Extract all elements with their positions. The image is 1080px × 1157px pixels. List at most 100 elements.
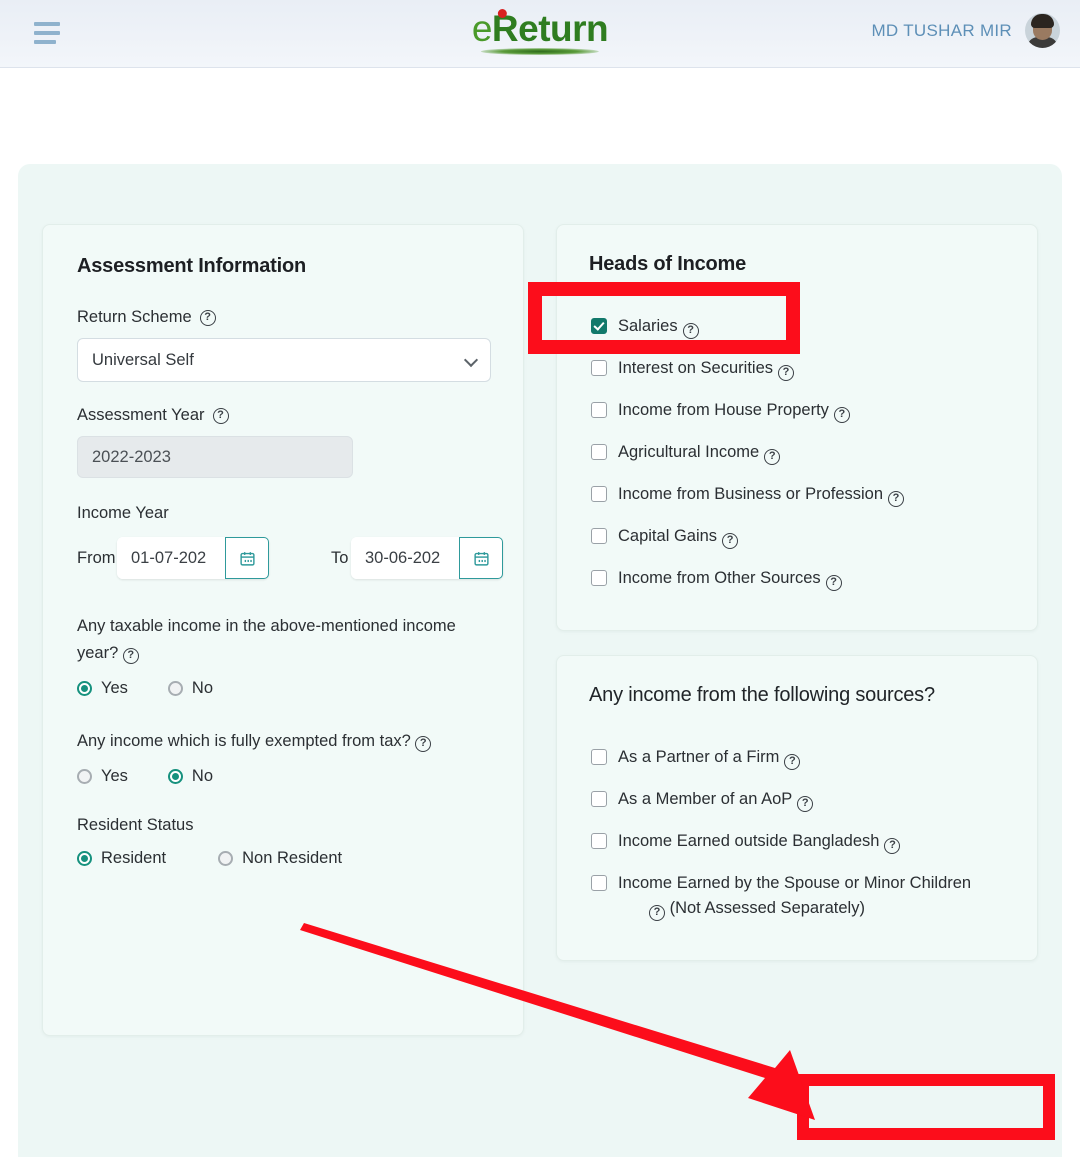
other-income-sources-list: As a Partner of a Firm? As a Member of a… (589, 737, 1005, 930)
help-icon[interactable]: ? (784, 753, 801, 770)
checkbox-as-a-member-of-an-aop[interactable]: As a Member of an AoP? (589, 779, 1005, 821)
taxable-income-radio-group: Yes No (77, 679, 489, 698)
taxable-income-no-radio[interactable]: No (167, 679, 214, 698)
from-date-input[interactable]: 01-07-202 (117, 537, 225, 579)
from-label: From (77, 549, 116, 567)
page-title: Assessment Information (77, 255, 306, 277)
avatar[interactable] (1025, 13, 1060, 48)
checkbox-unchecked-icon (591, 444, 607, 460)
return-scheme-label-text: Return Scheme (77, 308, 192, 326)
hamburger-bar-2 (34, 31, 60, 35)
radio-unselected-icon (167, 681, 183, 696)
checkbox-label: Agricultural Income (618, 443, 760, 461)
taxable-income-yes-radio[interactable]: Yes (77, 679, 128, 698)
help-icon[interactable]: ? (682, 322, 699, 339)
to-date-input[interactable]: 30-06-202 (351, 537, 459, 579)
checkbox-as-a-partner-of-a-firm[interactable]: As a Partner of a Firm? (589, 737, 1005, 779)
help-icon[interactable]: ? (722, 532, 739, 549)
assessment-year-value: 2022-2023 (77, 436, 353, 478)
checkbox-label: Salaries (618, 317, 678, 335)
hamburger-bar-3 (34, 40, 56, 44)
checkbox-income-earned-outside-bangladesh[interactable]: Income Earned outside Bangladesh? (589, 821, 1005, 863)
radio-selected-icon (167, 769, 183, 784)
assessment-year-label: Assessment Year ? (77, 406, 489, 425)
help-icon[interactable]: ? (199, 309, 216, 326)
exempt-income-yes-radio[interactable]: Yes (77, 767, 128, 786)
left-column: Assessment Information Return Scheme ? U… (42, 224, 524, 1036)
avatar-hair (1031, 14, 1054, 28)
help-icon[interactable]: ? (833, 406, 850, 423)
help-icon[interactable]: ? (884, 837, 901, 854)
checkbox-income-from-other-sources[interactable]: Income from Other Sources? (589, 558, 1005, 600)
exempt-income-question-text: Any income which is fully exempted from … (77, 732, 411, 750)
user-name: MD TUSHAR MIR (871, 20, 1012, 40)
right-column: Heads of Income Salaries? Interest on Se… (556, 224, 1038, 1036)
calendar-icon[interactable] (225, 537, 269, 579)
help-icon[interactable]: ? (778, 364, 794, 381)
checkbox-label: As a Member of an AoP (618, 790, 793, 808)
help-icon[interactable]: ? (797, 795, 814, 812)
user-menu[interactable]: MD TUSHAR MIR (871, 13, 1060, 48)
checkbox-label: Capital Gains (618, 527, 718, 545)
checkbox-label: Income from Business or Profession (618, 485, 884, 503)
taxable-income-yes-label: Yes (101, 679, 128, 697)
checkbox-unchecked-icon (591, 570, 607, 586)
heads-of-income-card: Heads of Income Salaries? Interest on Se… (556, 224, 1038, 631)
checkbox-income-from-business-or-profession[interactable]: Income from Business or Profession? (589, 474, 1005, 516)
checkbox-unchecked-icon (591, 875, 607, 891)
checkbox-label: Interest on Securities (618, 359, 773, 377)
resident-radio[interactable]: Resident (77, 849, 166, 868)
logo-suffix: Return (491, 8, 609, 49)
exempt-income-yes-label: Yes (101, 767, 128, 785)
heads-of-income-list: Salaries? Interest on Securities? Income… (589, 306, 1005, 600)
radio-selected-icon (77, 851, 92, 866)
checkbox-salaries[interactable]: Salaries? (589, 306, 1005, 348)
income-year-label: Income Year (77, 504, 169, 522)
taxable-income-no-label: No (191, 679, 214, 697)
exempt-income-no-radio[interactable]: No (167, 767, 214, 786)
help-icon[interactable]: ? (764, 448, 781, 465)
app-header: e Return MD TUSHAR MIR (0, 0, 1080, 68)
hamburger-menu-icon[interactable] (34, 20, 64, 46)
non-resident-label: Non Resident (242, 849, 343, 867)
checkbox-unchecked-icon (591, 402, 607, 418)
taxable-income-question: Any taxable income in the above-mentione… (77, 613, 489, 667)
checkbox-label: Income Earned outside Bangladesh (618, 832, 880, 850)
checkbox-sublabel: (Not Assessed Separately) (669, 899, 865, 917)
checkbox-label: As a Partner of a Firm (618, 748, 780, 766)
assessment-year-label-text: Assessment Year (77, 406, 205, 424)
return-scheme-select[interactable]: Universal Self (77, 338, 491, 382)
checkbox-checked-icon (591, 318, 607, 334)
checkbox-interest-on-securities[interactable]: Interest on Securities? (589, 348, 1005, 390)
return-scheme-label: Return Scheme ? (77, 308, 489, 327)
checkbox-unchecked-icon (591, 749, 607, 765)
resident-status-label: Resident Status (77, 816, 194, 834)
radio-unselected-icon (77, 769, 92, 784)
logo-suffix-wrap: Return (491, 8, 609, 50)
non-resident-radio[interactable]: Non Resident (218, 849, 342, 868)
logo-prefix: e (471, 8, 493, 49)
other-income-sources-card: Any income from the following sources? A… (556, 655, 1038, 961)
help-icon[interactable]: ? (888, 490, 905, 507)
from-date-group: 01-07-202 (117, 537, 269, 579)
help-icon[interactable]: ? (825, 574, 842, 591)
checkbox-unchecked-icon (591, 528, 607, 544)
ereturn-logo[interactable]: e Return (471, 8, 609, 55)
radio-unselected-icon (218, 851, 234, 866)
exempt-income-radio-group: Yes No (77, 767, 489, 786)
help-icon[interactable]: ? (122, 647, 139, 664)
logo-red-dot-icon (497, 9, 507, 18)
checkbox-unchecked-icon (591, 791, 607, 807)
help-icon[interactable]: ? (649, 904, 665, 921)
exempt-income-no-label: No (191, 767, 214, 785)
checkbox-capital-gains[interactable]: Capital Gains? (589, 516, 1005, 558)
hamburger-bar-1 (34, 22, 60, 26)
calendar-icon[interactable] (459, 537, 503, 579)
resident-status-radio-group: Resident Non Resident (77, 849, 489, 868)
help-icon[interactable]: ? (212, 407, 229, 424)
help-icon[interactable]: ? (415, 735, 432, 752)
heads-of-income-title: Heads of Income (589, 253, 747, 275)
checkbox-agricultural-income[interactable]: Agricultural Income? (589, 432, 1005, 474)
checkbox-income-earned-by-spouse-or-minor-children[interactable]: Income Earned by the Spouse or Minor Chi… (589, 863, 1005, 930)
checkbox-income-from-house-property[interactable]: Income from House Property? (589, 390, 1005, 432)
